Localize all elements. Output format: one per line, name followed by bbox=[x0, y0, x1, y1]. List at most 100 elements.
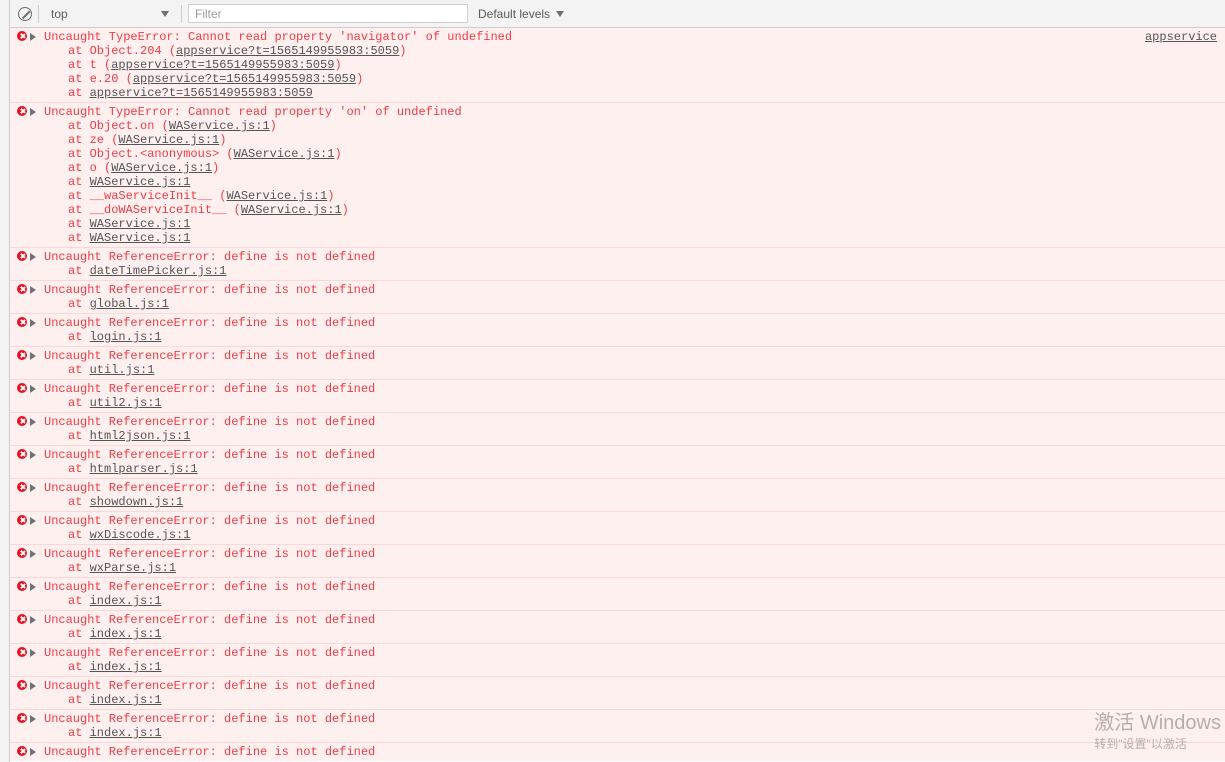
expand-toggle-icon[interactable] bbox=[30, 352, 36, 360]
stack-frame: at o (WAService.js:1) bbox=[68, 161, 1221, 175]
stack-source-link[interactable]: util.js:1 bbox=[90, 363, 155, 377]
error-message: Uncaught ReferenceError: define is not d… bbox=[44, 712, 1221, 726]
stack-frame: at Object.on (WAService.js:1) bbox=[68, 119, 1221, 133]
stack-source-link[interactable]: index.js:1 bbox=[90, 594, 162, 608]
console-error-entry: Uncaught ReferenceError: define is not d… bbox=[10, 610, 1225, 643]
stack-source-link[interactable]: index.js:1 bbox=[90, 693, 162, 707]
context-selector[interactable]: top bbox=[45, 4, 175, 24]
expand-toggle-icon[interactable] bbox=[30, 253, 36, 261]
stack-frame: at wxDiscode.js:1 bbox=[68, 528, 1221, 542]
stack-source-link[interactable]: index.js:1 bbox=[90, 660, 162, 674]
console-error-entry: Uncaught ReferenceError: define is not d… bbox=[10, 313, 1225, 346]
expand-toggle-icon[interactable] bbox=[30, 550, 36, 558]
error-message: Uncaught ReferenceError: define is not d… bbox=[44, 613, 1221, 627]
stack-source-link[interactable]: htmlparser.js:1 bbox=[90, 462, 198, 476]
expand-toggle-icon[interactable] bbox=[30, 748, 36, 756]
stack-source-link[interactable]: wxParse.js:1 bbox=[90, 561, 176, 575]
error-icon bbox=[17, 647, 27, 657]
stack-source-link[interactable]: WAService.js:1 bbox=[226, 189, 327, 203]
stack-source-link[interactable]: appservice?t=1565149955983:5059 bbox=[111, 58, 334, 72]
source-link[interactable]: appservice bbox=[1145, 30, 1221, 44]
stack-source-link[interactable]: WAService.js:1 bbox=[118, 133, 219, 147]
expand-toggle-icon[interactable] bbox=[30, 682, 36, 690]
log-levels-selector[interactable]: Default levels bbox=[478, 7, 564, 21]
console-error-entry: Uncaught ReferenceError: define is not d… bbox=[10, 643, 1225, 676]
chevron-down-icon bbox=[556, 11, 564, 17]
stack-frame: at htmlparser.js:1 bbox=[68, 462, 1221, 476]
stack-frame: at index.js:1 bbox=[68, 627, 1221, 641]
console-error-entry: Uncaught ReferenceError: define is not d… bbox=[10, 379, 1225, 412]
filter-input[interactable] bbox=[188, 4, 468, 23]
error-message: Uncaught ReferenceError: define is not d… bbox=[44, 745, 1221, 759]
error-icon bbox=[17, 581, 27, 591]
error-message: Uncaught ReferenceError: define is not d… bbox=[44, 679, 1221, 693]
expand-toggle-icon[interactable] bbox=[30, 33, 36, 41]
error-icon bbox=[17, 515, 27, 525]
stack-trace: at login.js:1 bbox=[14, 330, 1221, 344]
stack-source-link[interactable]: appservice?t=1565149955983:5059 bbox=[133, 72, 356, 86]
error-icon bbox=[17, 449, 27, 459]
console-error-entry: Uncaught ReferenceError: define is not d… bbox=[10, 544, 1225, 577]
stack-source-link[interactable]: WAService.js:1 bbox=[90, 217, 191, 231]
stack-source-link[interactable]: WAService.js:1 bbox=[90, 231, 191, 245]
console-error-entry: Uncaught ReferenceError: define is not d… bbox=[10, 511, 1225, 544]
stack-frame: at WAService.js:1 bbox=[68, 175, 1221, 189]
expand-toggle-icon[interactable] bbox=[30, 583, 36, 591]
error-message: Uncaught ReferenceError: define is not d… bbox=[44, 316, 1221, 330]
error-icon bbox=[17, 284, 27, 294]
console-log-area[interactable]: Uncaught TypeError: Cannot read property… bbox=[10, 28, 1225, 762]
expand-toggle-icon[interactable] bbox=[30, 385, 36, 393]
stack-source-link[interactable]: WAService.js:1 bbox=[241, 203, 342, 217]
error-message: Uncaught ReferenceError: define is not d… bbox=[44, 547, 1221, 561]
error-message: Uncaught ReferenceError: define is not d… bbox=[44, 580, 1221, 594]
stack-source-link[interactable]: global.js:1 bbox=[90, 297, 169, 311]
stack-source-link[interactable]: dateTimePicker.js:1 bbox=[90, 264, 227, 278]
expand-toggle-icon[interactable] bbox=[30, 616, 36, 624]
expand-toggle-icon[interactable] bbox=[30, 418, 36, 426]
stack-source-link[interactable]: WAService.js:1 bbox=[169, 119, 270, 133]
stack-frame: at util.js:1 bbox=[68, 363, 1221, 377]
stack-frame: at wxParse.js:1 bbox=[68, 561, 1221, 575]
stack-source-link[interactable]: wxDiscode.js:1 bbox=[90, 528, 191, 542]
expand-toggle-icon[interactable] bbox=[30, 715, 36, 723]
error-message: Uncaught ReferenceError: define is not d… bbox=[44, 448, 1221, 462]
stack-source-link[interactable]: index.js:1 bbox=[90, 627, 162, 641]
stack-source-link[interactable]: appservice?t=1565149955983:5059 bbox=[90, 86, 313, 100]
expand-toggle-icon[interactable] bbox=[30, 451, 36, 459]
stack-trace: at util2.js:1 bbox=[14, 396, 1221, 410]
stack-frame: at __waServiceInit__ (WAService.js:1) bbox=[68, 189, 1221, 203]
stack-frame: at index.js:1 bbox=[68, 594, 1221, 608]
stack-trace: at html2json.js:1 bbox=[14, 429, 1221, 443]
stack-source-link[interactable]: WAService.js:1 bbox=[234, 147, 335, 161]
stack-trace: at wxDiscode.js:1 bbox=[14, 528, 1221, 542]
expand-toggle-icon[interactable] bbox=[30, 286, 36, 294]
stack-frame: at WAService.js:1 bbox=[68, 231, 1221, 245]
stack-source-link[interactable]: html2json.js:1 bbox=[90, 429, 191, 443]
error-icon bbox=[17, 713, 27, 723]
error-icon bbox=[17, 31, 27, 41]
stack-frame: at login.js:1 bbox=[68, 330, 1221, 344]
expand-toggle-icon[interactable] bbox=[30, 484, 36, 492]
expand-toggle-icon[interactable] bbox=[30, 517, 36, 525]
stack-source-link[interactable]: showdown.js:1 bbox=[90, 495, 184, 509]
stack-source-link[interactable]: WAService.js:1 bbox=[111, 161, 212, 175]
stack-frame: at __doWAServiceInit__ (WAService.js:1) bbox=[68, 203, 1221, 217]
stack-frame: at appservice?t=1565149955983:5059 bbox=[68, 86, 1221, 100]
expand-toggle-icon[interactable] bbox=[30, 649, 36, 657]
error-message: Uncaught ReferenceError: define is not d… bbox=[44, 382, 1221, 396]
stack-trace: at index.js:1 bbox=[14, 660, 1221, 674]
console-error-entry: Uncaught ReferenceError: define is not d… bbox=[10, 280, 1225, 313]
expand-toggle-icon[interactable] bbox=[30, 108, 36, 116]
stack-source-link[interactable]: WAService.js:1 bbox=[90, 175, 191, 189]
stack-source-link[interactable]: index.js:1 bbox=[90, 726, 162, 740]
stack-source-link[interactable]: appservice?t=1565149955983:5059 bbox=[176, 44, 399, 58]
error-icon bbox=[17, 251, 27, 261]
stack-source-link[interactable]: util2.js:1 bbox=[90, 396, 162, 410]
levels-label: Default levels bbox=[478, 7, 550, 21]
expand-toggle-icon[interactable] bbox=[30, 319, 36, 327]
clear-console-icon[interactable] bbox=[18, 7, 32, 21]
error-icon bbox=[17, 482, 27, 492]
stack-source-link[interactable]: login.js:1 bbox=[90, 330, 162, 344]
stack-trace: at global.js:1 bbox=[14, 297, 1221, 311]
error-icon bbox=[17, 548, 27, 558]
